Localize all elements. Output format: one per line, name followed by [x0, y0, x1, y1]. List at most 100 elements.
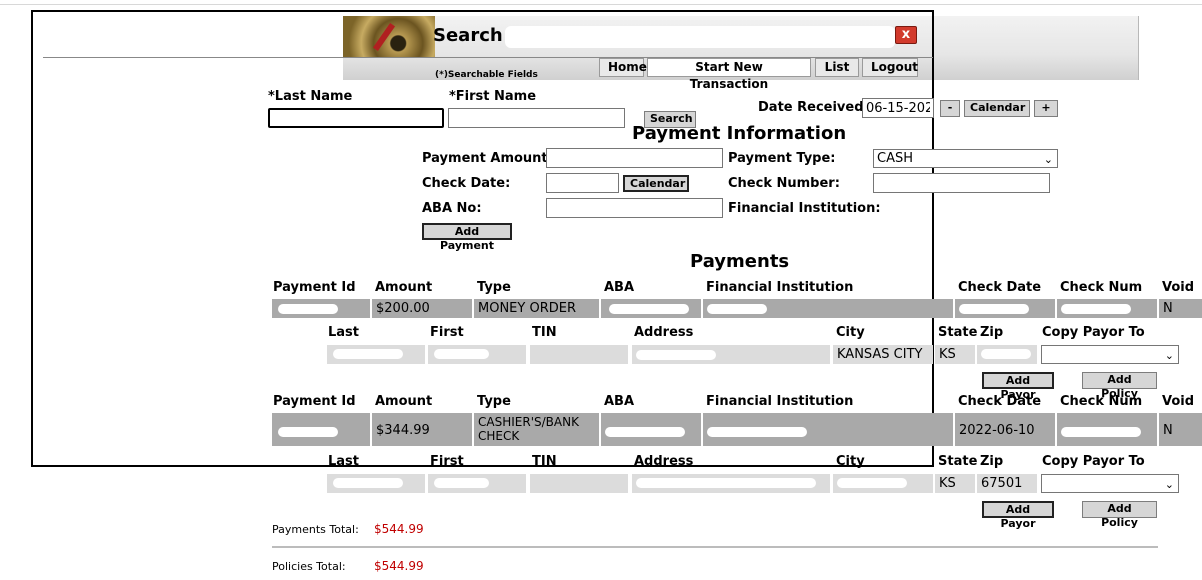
row2-check-date: 2022-06-10: [955, 413, 1055, 446]
row1-payor-last: [327, 345, 425, 364]
payment-information-title: Payment Information: [632, 123, 847, 144]
row2-payment-id: [272, 413, 370, 446]
payor-header-zip: Zip: [980, 325, 1004, 340]
row1-check-date: [955, 299, 1055, 318]
payor-header-copy-payor-to: Copy Payor To: [1042, 325, 1145, 340]
search-dialog-title: Search: [433, 25, 503, 46]
chevron-down-icon: ⌄: [1164, 349, 1174, 362]
row1-payor-zip: [977, 345, 1037, 364]
payor-header-city: City: [836, 454, 865, 469]
header-check-num: Check Num: [1060, 280, 1143, 295]
header-payment-id: Payment Id: [273, 280, 356, 295]
row1-type: MONEY ORDER: [474, 299, 599, 318]
last-name-input[interactable]: [268, 108, 444, 128]
row1-add-policy-button[interactable]: Add Policy: [1082, 372, 1157, 400]
header-financial-institution: Financial Institution: [706, 280, 854, 295]
row2-payor-state: KS: [935, 474, 975, 493]
date-increment-button[interactable]: +: [1034, 100, 1058, 117]
row1-amount: $200.00: [372, 299, 472, 318]
row2-payor-address: [632, 474, 830, 493]
header-check-num: Check Num: [1060, 394, 1143, 409]
check-date-calendar-button[interactable]: Calendar: [623, 175, 689, 192]
row2-add-policy-button[interactable]: Add Policy: [1082, 501, 1157, 529]
payor-header-state: State: [938, 454, 978, 469]
payor-header-last: Last: [328, 454, 360, 469]
header-type: Type: [477, 394, 511, 409]
row1-void: N: [1159, 299, 1202, 318]
payor-header-city: City: [836, 325, 865, 340]
header-void: Void: [1162, 394, 1195, 409]
row1-payor-address: [632, 345, 830, 364]
check-date-label: Check Date:: [422, 176, 511, 191]
date-received-label: Date Received:: [758, 100, 869, 115]
header-aba: ABA: [604, 280, 635, 295]
row2-payor-last: [327, 474, 425, 493]
row1-aba: [601, 299, 701, 318]
payor-header-copy-payor-to: Copy Payor To: [1042, 454, 1145, 469]
row1-payor-state: KS: [935, 345, 975, 364]
totals-divider: [272, 546, 1158, 548]
row2-aba: [601, 413, 701, 446]
date-received-input[interactable]: [862, 98, 934, 118]
payor-header-first: First: [430, 325, 464, 340]
header-type: Type: [477, 280, 511, 295]
header-payment-id: Payment Id: [273, 394, 356, 409]
payor-header-last: Last: [328, 325, 360, 340]
payments-total-value: $544.99: [374, 522, 424, 536]
payment-type-label: Payment Type:: [728, 151, 836, 166]
payor-header-first: First: [430, 454, 464, 469]
row2-void: N: [1159, 413, 1202, 446]
header-check-date: Check Date: [958, 394, 1042, 409]
row2-amount: $344.99: [372, 413, 472, 446]
payments-total-label: Payments Total:: [272, 523, 359, 536]
row1-payor-first: [428, 345, 526, 364]
payment-type-value: CASH: [877, 151, 913, 166]
financial-institution-label: Financial Institution:: [728, 201, 881, 216]
row2-payor-first: [428, 474, 526, 493]
header-void: Void: [1162, 280, 1195, 295]
add-payment-button[interactable]: Add Payment: [422, 223, 512, 252]
search-dialog-divider: [43, 57, 933, 58]
check-number-input[interactable]: [873, 173, 1050, 193]
row1-financial-institution: [703, 299, 953, 318]
row1-payor-city: KANSAS CITY: [833, 345, 933, 364]
payor-header-tin: TIN: [532, 454, 557, 469]
first-name-input[interactable]: [448, 108, 625, 128]
payor-header-state: State: [938, 325, 978, 340]
row2-check-num: [1057, 413, 1157, 446]
row2-financial-institution: [703, 413, 953, 446]
check-number-label: Check Number:: [728, 176, 840, 191]
date-decrement-button[interactable]: -: [940, 100, 960, 117]
aba-no-label: ABA No:: [422, 201, 482, 216]
payment-amount-label: Payment Amount:: [422, 151, 553, 166]
first-name-label: *First Name: [449, 89, 537, 104]
payments-title: Payments: [690, 251, 790, 272]
row2-type: CASHIER'S/BANK CHECK: [474, 413, 599, 446]
row2-payor-tin: [530, 474, 628, 493]
aba-no-input[interactable]: [546, 198, 723, 218]
row2-copy-payor-to-select[interactable]: ⌄: [1041, 474, 1179, 493]
header-check-date: Check Date: [958, 280, 1042, 295]
close-icon[interactable]: x: [895, 26, 917, 44]
payor-header-address: Address: [634, 454, 694, 469]
row2-payor-city: [833, 474, 933, 493]
row1-payor-tin: [530, 345, 628, 364]
chevron-down-icon: ⌄: [1164, 478, 1174, 491]
payment-type-select[interactable]: CASH ⌄: [873, 149, 1058, 168]
chevron-down-icon: ⌄: [1043, 153, 1053, 166]
payor-header-address: Address: [634, 325, 694, 340]
date-calendar-button[interactable]: Calendar: [964, 100, 1030, 117]
top-divider: [0, 4, 1202, 5]
check-date-input[interactable]: [546, 173, 619, 193]
header-financial-institution: Financial Institution: [706, 394, 854, 409]
payment-amount-input[interactable]: [546, 148, 723, 168]
row2-payor-zip: 67501: [977, 474, 1037, 493]
policies-total-value: $544.99: [374, 559, 424, 573]
header-amount: Amount: [375, 280, 433, 295]
row2-add-payor-button[interactable]: Add Payor: [982, 501, 1054, 530]
row1-add-payor-button[interactable]: Add Payor: [982, 372, 1054, 401]
row1-check-num: [1057, 299, 1157, 318]
payor-header-zip: Zip: [980, 454, 1004, 469]
row1-copy-payor-to-select[interactable]: ⌄: [1041, 345, 1179, 364]
header-aba: ABA: [604, 394, 635, 409]
